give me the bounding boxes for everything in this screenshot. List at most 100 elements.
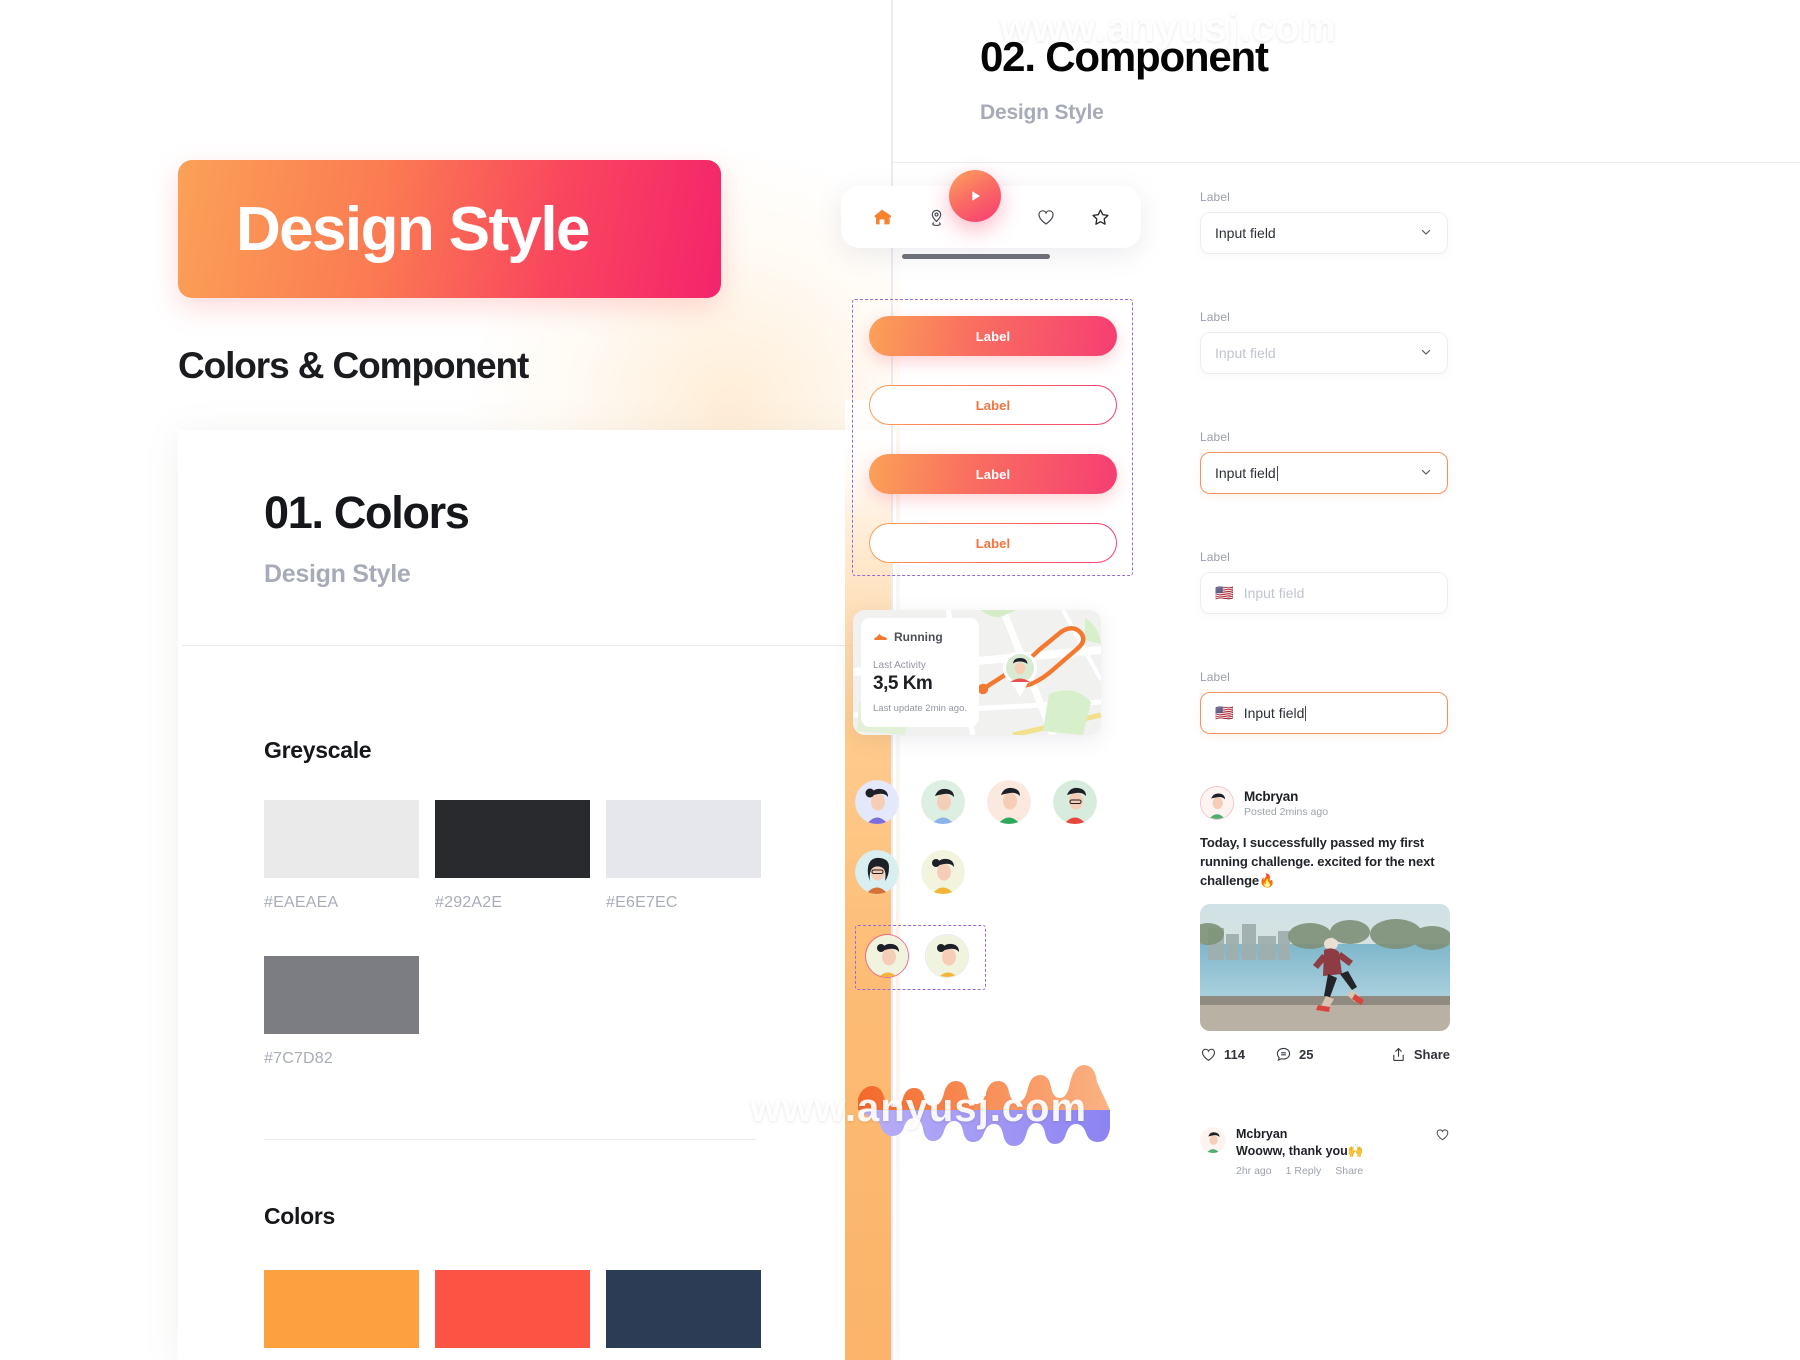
location-pin-icon[interactable] bbox=[924, 204, 950, 230]
field-value: Input field bbox=[1215, 225, 1276, 241]
comment-button[interactable]: 25 bbox=[1275, 1046, 1313, 1063]
primary-button[interactable]: Label bbox=[869, 316, 1117, 356]
comment-meta: 2hr ago 1 Reply Share bbox=[1236, 1165, 1425, 1177]
tabbar-component bbox=[841, 170, 1201, 266]
select-input[interactable]: Input field bbox=[1200, 332, 1448, 374]
avatar[interactable] bbox=[987, 780, 1031, 824]
distance-value: 3,5 Km bbox=[873, 673, 933, 694]
comment-reply-link[interactable]: 1 Reply bbox=[1286, 1165, 1322, 1177]
post-image[interactable] bbox=[1200, 903, 1450, 1031]
waveform-graphic bbox=[858, 1058, 1110, 1163]
button-label: Label bbox=[870, 524, 1116, 562]
swatch-hex: #292A2E bbox=[435, 894, 503, 911]
post-author-block: Mcbryan Posted 2mins ago bbox=[1244, 789, 1328, 818]
field-value: Input field bbox=[1215, 465, 1276, 481]
button-label: Label bbox=[975, 328, 1011, 344]
form-field: Label Input field bbox=[1200, 310, 1448, 374]
color-swatch[interactable]: #7C7D82 bbox=[264, 956, 419, 1067]
avatar[interactable] bbox=[925, 934, 969, 978]
phone-input[interactable]: 🇺🇸 Input field bbox=[1200, 572, 1448, 614]
avatar[interactable] bbox=[855, 780, 899, 824]
comment-share-link[interactable]: Share bbox=[1335, 1165, 1363, 1177]
left-panel: Design Style Colors & Component 01. Colo… bbox=[0, 0, 900, 1360]
comment-author: Mcbryan bbox=[1236, 1127, 1288, 1141]
last-activity-label: Last Activity bbox=[873, 660, 926, 671]
comment-body: Mcbryan Wooww, thank you🙌 2hr ago 1 Repl… bbox=[1236, 1127, 1425, 1177]
share-button[interactable]: Share bbox=[1390, 1046, 1450, 1063]
comment-like-button[interactable] bbox=[1435, 1127, 1450, 1177]
swatch-hex: #7C7D82 bbox=[264, 1050, 334, 1067]
star-icon[interactable] bbox=[1087, 204, 1113, 230]
avatar[interactable] bbox=[1053, 780, 1097, 824]
divider bbox=[264, 1139, 756, 1140]
hero-badge: Design Style bbox=[178, 160, 721, 298]
comment-time: 2hr ago bbox=[1236, 1165, 1272, 1177]
comment-icon bbox=[1276, 1047, 1291, 1061]
activity-map-card[interactable]: Running Last Activity 3,5 Km Last update… bbox=[853, 610, 1101, 735]
text-caret bbox=[1276, 465, 1278, 481]
comment-count: 25 bbox=[1298, 1046, 1314, 1062]
select-input[interactable]: Input field bbox=[1200, 212, 1448, 254]
component-page-title: 02. Component bbox=[980, 33, 1269, 80]
color-swatch[interactable]: #292A2E bbox=[435, 800, 590, 911]
avatar-selected[interactable] bbox=[865, 934, 909, 978]
like-button[interactable]: 114 bbox=[1200, 1046, 1245, 1063]
hero-badge-label: Design Style bbox=[236, 194, 591, 264]
post-header: Mcbryan Posted 2mins ago bbox=[1200, 786, 1450, 820]
swatch-chip bbox=[435, 800, 590, 878]
comment-text: Wooww, thank you🙌 bbox=[1236, 1144, 1364, 1158]
page-title: 01. Colors bbox=[264, 487, 470, 538]
field-label: Label bbox=[1200, 310, 1230, 324]
chevron-down-icon[interactable] bbox=[1419, 225, 1433, 242]
color-swatch[interactable]: #E6E7EC bbox=[606, 800, 761, 911]
field-label: Label bbox=[1200, 550, 1230, 564]
chevron-down-icon[interactable] bbox=[1419, 465, 1433, 482]
section-heading: Colors & Component bbox=[178, 345, 529, 386]
avatar[interactable] bbox=[921, 780, 965, 824]
greyscale-title: Greyscale bbox=[264, 737, 372, 763]
us-flag-icon[interactable]: 🇺🇸 bbox=[1215, 706, 1234, 721]
phone-input-focused[interactable]: 🇺🇸 Input field bbox=[1200, 692, 1448, 734]
swatch-chip bbox=[606, 800, 761, 878]
primary-button[interactable]: Label bbox=[869, 454, 1117, 494]
color-swatch[interactable] bbox=[264, 1270, 419, 1348]
swatch-hex: #EAEAEA bbox=[264, 894, 339, 911]
home-icon[interactable] bbox=[869, 204, 895, 230]
feed-post-card: Mcbryan Posted 2mins ago Today, I succes… bbox=[1200, 786, 1450, 1063]
avatar[interactable] bbox=[1200, 1127, 1226, 1153]
us-flag-icon[interactable]: 🇺🇸 bbox=[1215, 586, 1234, 601]
avatar[interactable] bbox=[1200, 786, 1234, 820]
like-count: 114 bbox=[1224, 1046, 1245, 1062]
field-label: Label bbox=[1200, 430, 1230, 444]
avatar[interactable] bbox=[855, 850, 899, 894]
select-input-focused[interactable]: Input field bbox=[1200, 452, 1448, 494]
activity-info-panel: Running Last Activity 3,5 Km Last update… bbox=[861, 618, 979, 727]
play-fab-button[interactable] bbox=[949, 170, 1001, 222]
divider bbox=[893, 162, 1800, 163]
secondary-button[interactable]: Label bbox=[869, 385, 1117, 425]
play-icon bbox=[972, 191, 980, 201]
running-shoe-icon bbox=[874, 633, 887, 640]
form-field: Label 🇺🇸 Input field bbox=[1200, 670, 1448, 734]
runner-map-marker bbox=[1003, 651, 1037, 697]
field-label: Label bbox=[1200, 670, 1230, 684]
avatar[interactable] bbox=[921, 850, 965, 894]
color-swatch[interactable]: #EAEAEA bbox=[264, 800, 419, 911]
text-caret bbox=[1305, 705, 1307, 721]
swatch-chip bbox=[435, 1270, 590, 1348]
last-update-text: Last update 2min ago. bbox=[873, 703, 968, 714]
post-timestamp: Posted 2mins ago bbox=[1244, 805, 1329, 818]
component-page-subtitle: Design Style bbox=[980, 101, 1104, 124]
form-field: Label Input field bbox=[1200, 190, 1448, 254]
comment-item: Mcbryan Wooww, thank you🙌 2hr ago 1 Repl… bbox=[1200, 1127, 1450, 1177]
share-label: Share bbox=[1413, 1046, 1450, 1062]
color-swatch[interactable] bbox=[606, 1270, 761, 1348]
heart-icon[interactable] bbox=[1033, 204, 1059, 230]
secondary-button[interactable]: Label bbox=[869, 523, 1117, 563]
share-icon bbox=[1393, 1047, 1404, 1061]
color-swatch[interactable] bbox=[435, 1270, 590, 1348]
post-author: Mcbryan bbox=[1244, 788, 1299, 804]
button-label: Label bbox=[975, 466, 1011, 482]
chevron-down-icon[interactable] bbox=[1419, 345, 1433, 362]
field-label: Label bbox=[1200, 190, 1230, 204]
